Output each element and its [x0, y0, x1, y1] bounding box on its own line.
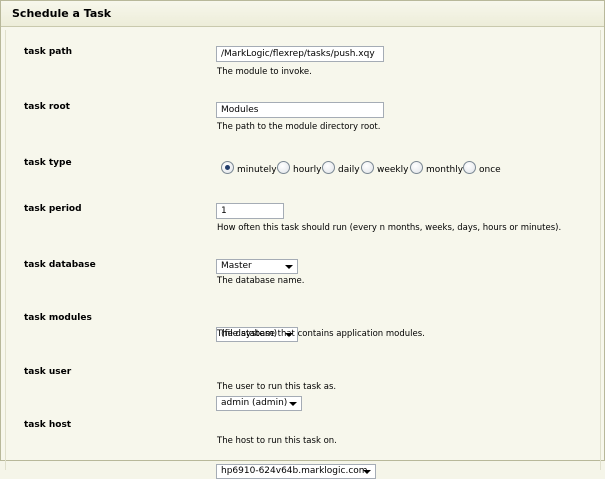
task-database-label: task database: [24, 260, 96, 270]
task-root-help: The path to the module directory root.: [217, 122, 381, 132]
task-period-help: How often this task should run (every n …: [217, 223, 562, 233]
task-period-label: task period: [24, 204, 82, 214]
task-user-value: admin (admin): [221, 398, 288, 408]
chevron-down-icon: [285, 265, 293, 269]
panel-header: Schedule a Task: [1, 1, 604, 27]
task-modules-help: The database that contains application m…: [217, 329, 425, 339]
radio-checked-icon[interactable]: [221, 161, 234, 174]
task-path-label: task path: [24, 47, 73, 57]
radio-unchecked-icon[interactable]: [322, 161, 335, 174]
task-period-input[interactable]: 1: [216, 203, 284, 219]
task-database-help: The database name.: [217, 276, 305, 286]
task-path-input[interactable]: /MarkLogic/flexrep/tasks/push.xqy: [216, 46, 384, 62]
task-host-value: hp6910-624v64b.marklogic.com: [221, 466, 368, 476]
task-host-help: The host to run this task on.: [217, 436, 337, 446]
task-host-label: task host: [24, 420, 72, 430]
schedule-task-panel: Schedule a Task task path /MarkLogic/fle…: [0, 0, 605, 479]
task-user-help: The user to run this task as.: [217, 382, 337, 392]
form-area: [5, 30, 601, 470]
chevron-down-icon: [363, 470, 371, 474]
task-root-input[interactable]: Modules: [216, 102, 384, 118]
panel-title: Schedule a Task: [12, 7, 112, 20]
task-database-value: Master: [221, 261, 252, 271]
task-host-select[interactable]: hp6910-624v64b.marklogic.com: [216, 464, 376, 479]
task-user-select[interactable]: admin (admin): [216, 396, 302, 411]
chevron-down-icon: [289, 402, 297, 406]
radio-unchecked-icon[interactable]: [277, 161, 290, 174]
task-type-label: task type: [24, 158, 72, 168]
task-path-help: The module to invoke.: [217, 67, 312, 77]
radio-unchecked-icon[interactable]: [463, 161, 476, 174]
task-database-select[interactable]: Master: [216, 259, 298, 274]
task-root-label: task root: [24, 102, 70, 112]
radio-unchecked-icon[interactable]: [410, 161, 423, 174]
radio-unchecked-icon[interactable]: [361, 161, 374, 174]
task-user-label: task user: [24, 367, 72, 377]
task-modules-label: task modules: [24, 313, 92, 323]
